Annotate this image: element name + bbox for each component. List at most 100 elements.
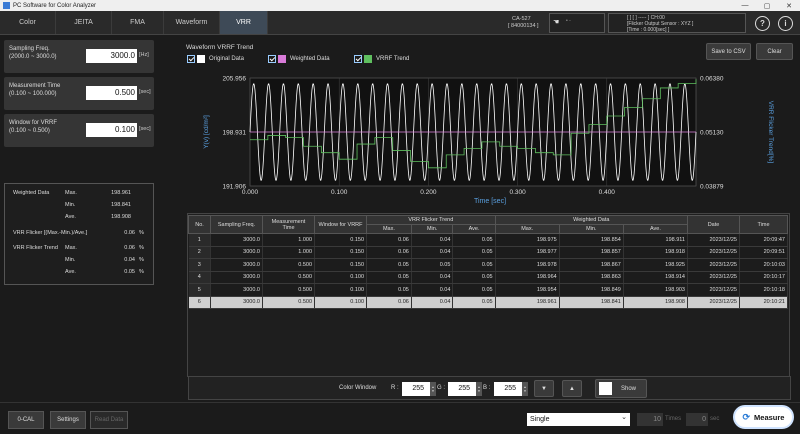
tab-vrr[interactable]: VRR	[220, 11, 268, 34]
r-label: R :	[391, 385, 399, 391]
table-row[interactable]: 1 3000.0 1.000 0.150 0.06 0.04 0.05 198.…	[188, 233, 788, 247]
clear-button[interactable]: Clear	[756, 43, 793, 60]
read-data-button[interactable]: Read Data	[90, 411, 128, 429]
trend-min-label: Min.	[65, 257, 76, 263]
cell-time: 20:10:17	[739, 271, 788, 284]
cell-mtime: 1.000	[262, 233, 315, 247]
col-weighted-ave: Ave.	[622, 224, 689, 234]
cell-w-max: 198.978	[495, 258, 560, 272]
g-spinner[interactable]: 255	[448, 382, 482, 396]
weighted-checkbox[interactable]	[268, 55, 276, 63]
cell-no: 2	[188, 246, 211, 259]
interval-input[interactable]: 0	[686, 413, 708, 426]
trend-checkbox[interactable]	[354, 55, 362, 63]
cell-w-min: 198.857	[559, 246, 624, 259]
maximize-button[interactable]: ▢	[756, 2, 778, 10]
cell-w-max: 198.964	[495, 271, 560, 284]
tab-color[interactable]: Color	[0, 11, 56, 34]
show-toggle-button[interactable]: Show	[595, 379, 647, 398]
tab-jeita[interactable]: JEITA	[56, 11, 112, 34]
cell-freq: 3000.0	[210, 271, 263, 284]
device-serial: [ 84000134 ]	[508, 23, 539, 29]
measure-button[interactable]: ⟳ Measure	[733, 405, 794, 429]
cell-window: 0.100	[314, 296, 367, 309]
measurement-time-label: Measurement Time (0.100 ~ 100.000)	[9, 83, 61, 97]
bottom-bar: 0-CAL Settings Read Data Single 10 Times…	[0, 402, 800, 434]
zero-cal-button[interactable]: 0-CAL	[8, 411, 44, 429]
window-vrrf-input[interactable]: 0.100	[86, 123, 137, 137]
window-vrrf-group: Window for VRRF (0.100 ~ 0.500) 0.100 [se…	[4, 114, 154, 147]
cell-w-ave: 198.911	[623, 233, 689, 247]
parameter-panel: Sampling Freq. (2000.0 ~ 3000.0) 3000.0 […	[4, 40, 154, 151]
info-icon[interactable]: i	[778, 16, 793, 31]
help-icon[interactable]: ?	[755, 16, 770, 31]
legend-original[interactable]: Original Data	[187, 55, 244, 63]
waveform-chart: 0.000 0.100 0.200 0.300 0.400 205.956198.931…	[203, 76, 774, 206]
color-down-button[interactable]: ▼	[534, 380, 554, 397]
b-spinner[interactable]: 255	[494, 382, 528, 396]
settings-button[interactable]: Settings	[50, 411, 86, 429]
legend-trend[interactable]: VRRF Trend	[354, 55, 409, 63]
y2-tick-label: 0.03879	[700, 184, 724, 191]
probe-info-box: [ ] [ ] ----- ] CH:00 [Flicker Output Se…	[608, 13, 746, 33]
measurement-time-group: Measurement Time (0.100 ~ 100.000) 0.500 …	[4, 77, 154, 110]
times-input[interactable]: 10	[637, 413, 663, 426]
measurement-time-input[interactable]: 0.500	[86, 86, 137, 100]
y-tick-label: 198.931	[223, 130, 247, 137]
table-row[interactable]: 4 3000.0 0.500 0.100 0.05 0.04 0.05 198.…	[188, 271, 788, 284]
app-icon	[3, 2, 10, 9]
y-axis-label: Y(v) [cd/m²]	[203, 115, 210, 149]
x-axis-label: Time [sec]	[474, 198, 506, 205]
weighted-data-label: Weighted Data	[13, 190, 50, 196]
col-no: No.	[188, 215, 211, 234]
r-spinner[interactable]: 255	[402, 382, 436, 396]
trend-ave-value: 0.05	[124, 269, 135, 275]
save-csv-button[interactable]: Save to CSV	[706, 43, 751, 60]
cell-freq: 3000.0	[210, 258, 263, 272]
table-row-selected[interactable]: 6 3000.0 0.500 0.100 0.06 0.04 0.05 198.…	[188, 296, 788, 309]
probe-selector[interactable]: ☚ • -	[549, 13, 605, 33]
trend-label: VRRF Trend	[376, 56, 410, 62]
cell-w-ave: 198.908	[623, 296, 689, 309]
cell-trend-min: 0.04	[411, 283, 454, 297]
measure-mode-select[interactable]: Single	[527, 411, 630, 426]
measure-icon: ⟳	[742, 411, 751, 422]
cell-no: 3	[188, 258, 211, 272]
x-tick-label: 0.400	[599, 189, 616, 196]
device-model: CA-527	[512, 16, 531, 22]
cell-w-max: 198.961	[495, 296, 560, 309]
col-vrr-flicker-trend: VRR Flicker Trend	[366, 215, 496, 225]
cell-mtime: 1.000	[262, 246, 315, 259]
interval-unit: sec	[710, 416, 720, 422]
cell-window: 0.150	[314, 233, 367, 247]
cell-trend-max: 0.05	[366, 271, 412, 284]
cell-trend-max: 0.06	[366, 296, 412, 309]
cell-trend-min: 0.04	[411, 271, 454, 284]
cell-window: 0.100	[314, 283, 367, 297]
cell-window: 0.100	[314, 271, 367, 284]
col-weighted-min: Min.	[558, 224, 624, 234]
table-row[interactable]: 2 3000.0 1.000 0.150 0.06 0.04 0.05 198.…	[188, 246, 788, 259]
y2-tick-labels: 0.06380 0.05130 0.03879	[700, 76, 724, 191]
cell-time: 20:10:21	[739, 296, 788, 309]
cell-trend-min: 0.04	[411, 246, 454, 259]
tab-fma[interactable]: FMA	[112, 11, 164, 34]
table-row[interactable]: 3 3000.0 0.500 0.150 0.05 0.05 0.05 198.…	[188, 258, 788, 272]
times-unit: Times	[665, 416, 682, 422]
minimize-button[interactable]: —	[734, 2, 756, 10]
color-up-button[interactable]: ▲	[562, 380, 582, 397]
close-button[interactable]: ✕	[778, 2, 800, 10]
window-title: PC Software for Color Analyzer	[13, 2, 97, 9]
sampling-freq-unit: [Hz]	[139, 52, 149, 58]
cell-time: 20:10:18	[739, 283, 788, 297]
tab-waveform[interactable]: Waveform	[164, 11, 220, 34]
table-row[interactable]: 5 3000.0 0.500 0.100 0.05 0.04 0.05 198.…	[188, 283, 788, 297]
x-tick-label: 0.100	[331, 189, 348, 196]
col-trend-max: Max.	[366, 224, 412, 234]
cell-trend-ave: 0.05	[452, 258, 496, 272]
legend-weighted[interactable]: Weighted Data	[268, 55, 330, 63]
sampling-freq-input[interactable]: 3000.0	[86, 49, 137, 63]
cell-no: 4	[188, 271, 211, 284]
original-checkbox[interactable]	[187, 55, 195, 63]
col-weighted-data: Weighted Data	[494, 215, 689, 225]
